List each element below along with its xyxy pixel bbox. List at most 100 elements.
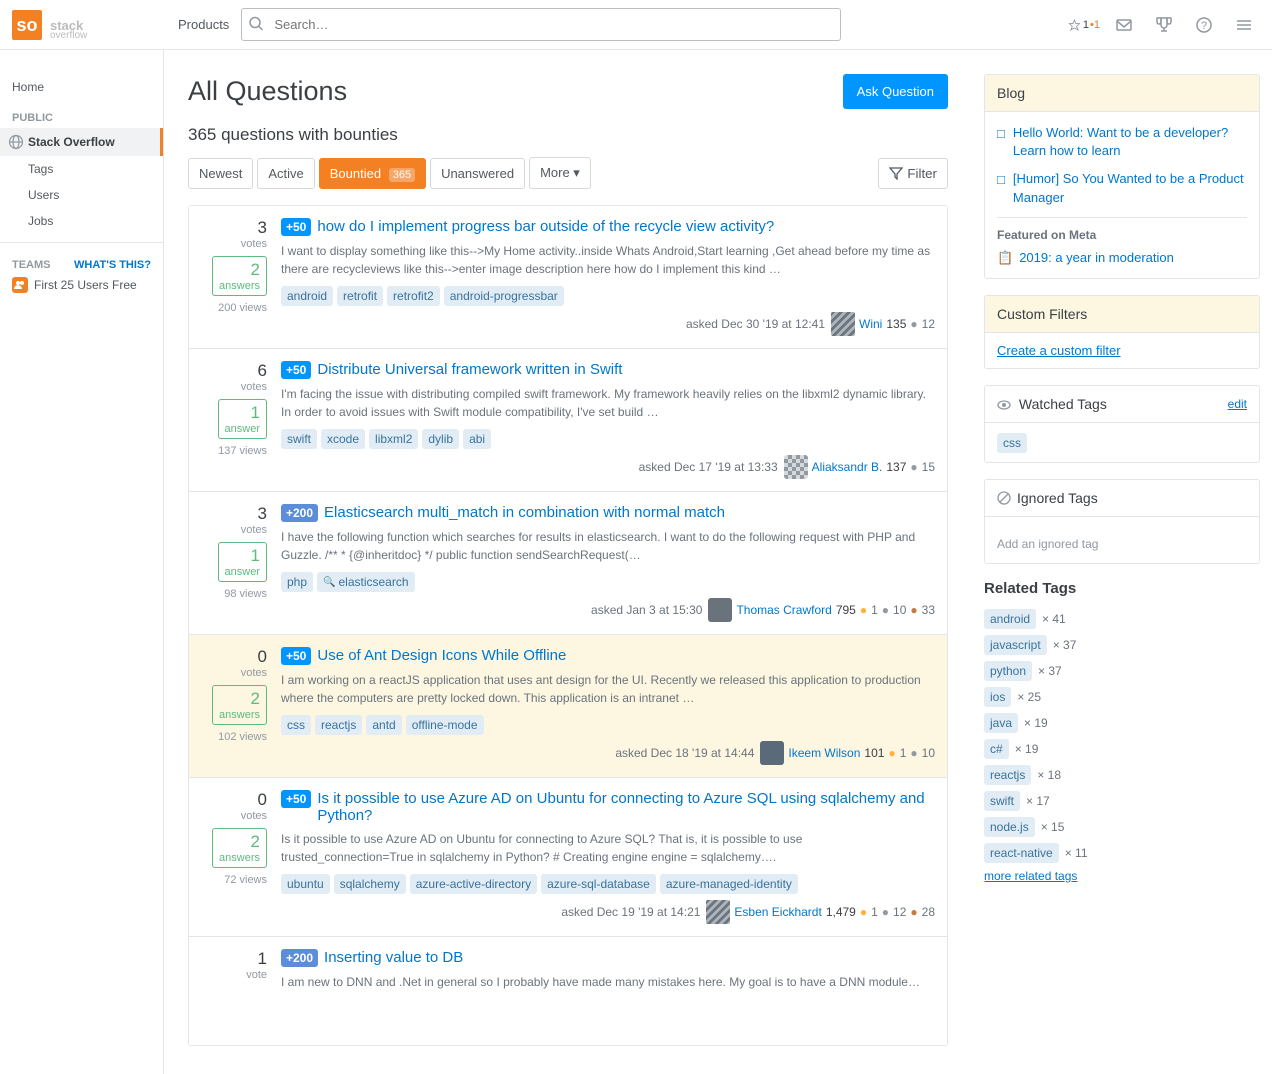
related-tag[interactable]: reactjs <box>984 765 1031 785</box>
tag[interactable]: abi <box>463 429 491 449</box>
question-meta: asked Dec 19 '19 at 14:21 Esben Eickhard… <box>281 900 935 924</box>
tag[interactable]: retrofit2 <box>387 286 440 306</box>
more-related-tags-link[interactable]: more related tags <box>984 869 1260 883</box>
question-meta: asked Dec 30 '19 at 12:41 Wini 135 ●12 <box>281 312 935 336</box>
silver-badge: ● <box>910 317 917 331</box>
tag[interactable]: android-progressbar <box>444 286 564 306</box>
table-row: 0 votes 2 answers 72 views <box>189 778 947 937</box>
related-tag-row: c#× 19 <box>984 739 1260 759</box>
asked-date: asked Dec 30 '19 at 12:41 <box>686 317 825 331</box>
related-tag[interactable]: ios <box>984 687 1011 707</box>
first-users-item[interactable]: First 25 Users Free <box>12 271 151 299</box>
sidebar-item-home[interactable]: Home <box>0 74 163 100</box>
related-tag[interactable]: javascript <box>984 635 1047 655</box>
tag[interactable]: azure-managed-identity <box>660 874 798 894</box>
tag[interactable]: offline-mode <box>406 715 484 735</box>
blog-link-1[interactable]: □ Hello World: Want to be a developer? L… <box>997 124 1247 160</box>
question-title-link[interactable]: how do I implement progress bar outside … <box>317 218 774 235</box>
tag[interactable]: azure-sql-database <box>541 874 656 894</box>
tag[interactable]: css <box>281 715 311 735</box>
tag[interactable]: xcode <box>321 429 365 449</box>
blog-link-2[interactable]: □ [Humor] So You Wanted to be a Product … <box>997 170 1247 206</box>
user-name[interactable]: Wini <box>859 317 882 331</box>
questions-count: 365 questions with bounties <box>188 125 948 145</box>
related-tag[interactable]: swift <box>984 791 1020 811</box>
featured-link-1[interactable]: 📋 2019: a year in moderation <box>997 250 1247 266</box>
filter-tab-bountied[interactable]: Bountied 365 <box>319 158 426 189</box>
question-title-link[interactable]: Is it possible to use Azure AD on Ubuntu… <box>317 790 935 824</box>
user-rep: 101 <box>864 746 884 760</box>
question-title-link[interactable]: Distribute Universal framework written i… <box>317 361 622 378</box>
question-body: +50 how do I implement progress bar outs… <box>281 218 935 336</box>
tag[interactable]: libxml2 <box>369 429 418 449</box>
bronze-badge: ● <box>910 905 917 919</box>
asked-date: asked Dec 17 '19 at 13:33 <box>639 460 778 474</box>
tag[interactable]: ubuntu <box>281 874 330 894</box>
sidebar-item-users[interactable]: Users <box>0 182 163 208</box>
filter-tab-unanswered[interactable]: Unanswered <box>430 158 525 189</box>
tag[interactable]: reactjs <box>315 715 362 735</box>
question-title-link[interactable]: Use of Ant Design Icons While Offline <box>317 647 566 664</box>
site-logo[interactable]: so stack overflow <box>12 10 162 40</box>
question-title-link[interactable]: Inserting value to DB <box>324 949 463 966</box>
user-name[interactable]: Ikeem Wilson <box>788 746 860 760</box>
question-body: +200 Inserting value to DB I am new to D… <box>281 949 935 1033</box>
gold-badge: ● <box>860 603 867 617</box>
related-tag-row: android× 41 <box>984 609 1260 629</box>
edit-watched-tags-link[interactable]: edit <box>1228 397 1247 411</box>
related-tag[interactable]: java <box>984 713 1018 733</box>
filter-tab-newest[interactable]: Newest <box>188 158 253 189</box>
tag[interactable]: sqlalchemy <box>334 874 406 894</box>
watched-tag[interactable]: css <box>997 433 1027 453</box>
related-tag[interactable]: node.js <box>984 817 1035 837</box>
user-name[interactable]: Aliaksandr B. <box>812 460 883 474</box>
question-title-link[interactable]: Elasticsearch multi_match in combination… <box>324 504 725 521</box>
filter-button[interactable]: Filter <box>878 158 948 189</box>
achievements-icon[interactable]: 1 •1 <box>1068 9 1100 41</box>
ignored-tags-widget: Ignored Tags Add an ignored tag <box>984 479 1260 564</box>
sidebar-item-jobs[interactable]: Jobs <box>0 208 163 234</box>
filter-bar: Newest Active Bountied 365 Unanswered Mo… <box>188 157 948 189</box>
related-tag[interactable]: android <box>984 609 1036 629</box>
related-tag[interactable]: react-native <box>984 843 1059 863</box>
related-tag[interactable]: python <box>984 661 1032 681</box>
tag[interactable]: 🔍elasticsearch <box>317 572 414 592</box>
tag[interactable]: android <box>281 286 333 306</box>
help-icon[interactable]: ? <box>1188 9 1220 41</box>
tag[interactable]: azure-active-directory <box>410 874 537 894</box>
tag[interactable]: retrofit <box>337 286 383 306</box>
create-filter-link[interactable]: Create a custom filter <box>997 343 1121 358</box>
featured-label: Featured on Meta <box>997 228 1247 242</box>
tag[interactable]: swift <box>281 429 317 449</box>
first-users-label: First 25 Users Free <box>34 278 137 292</box>
blog-icon-1: □ <box>997 125 1005 143</box>
ask-question-button[interactable]: Ask Question <box>843 74 948 109</box>
question-tags: css reactjs antd offline-mode <box>281 715 935 735</box>
sidebar-item-stackoverflow[interactable]: Stack Overflow <box>0 128 163 156</box>
hamburger-icon[interactable] <box>1228 9 1260 41</box>
filter-tab-active[interactable]: Active <box>257 158 314 189</box>
products-link[interactable]: Products <box>178 17 229 32</box>
search-icon <box>249 16 263 33</box>
add-ignored-tag[interactable]: Add an ignored tag <box>997 537 1247 551</box>
user-name[interactable]: Esben Eickhardt <box>734 905 821 919</box>
stackoverflow-logo-icon: so stack overflow <box>12 10 162 40</box>
tag[interactable]: antd <box>366 715 401 735</box>
question-excerpt: Is it possible to use Azure AD on Ubuntu… <box>281 830 935 866</box>
avatar <box>784 455 808 479</box>
filter-tab-more[interactable]: More ▾ <box>529 157 591 189</box>
inbox-icon[interactable] <box>1108 9 1140 41</box>
related-tags-title: Related Tags <box>984 580 1260 597</box>
avatar <box>708 598 732 622</box>
tag[interactable]: php <box>281 572 313 592</box>
search-bar <box>241 8 841 41</box>
trophy-icon[interactable] <box>1148 9 1180 41</box>
related-tag[interactable]: c# <box>984 739 1009 759</box>
search-input[interactable] <box>241 8 841 41</box>
whats-this-link[interactable]: What's this? <box>74 259 151 271</box>
user-name[interactable]: Thomas Crawford <box>736 603 831 617</box>
sidebar-item-tags[interactable]: Tags <box>0 156 163 182</box>
related-tags-widget: Related Tags android× 41javascript× 37py… <box>984 580 1260 883</box>
tag[interactable]: dylib <box>422 429 459 449</box>
question-body: +50 Use of Ant Design Icons While Offlin… <box>281 647 935 765</box>
